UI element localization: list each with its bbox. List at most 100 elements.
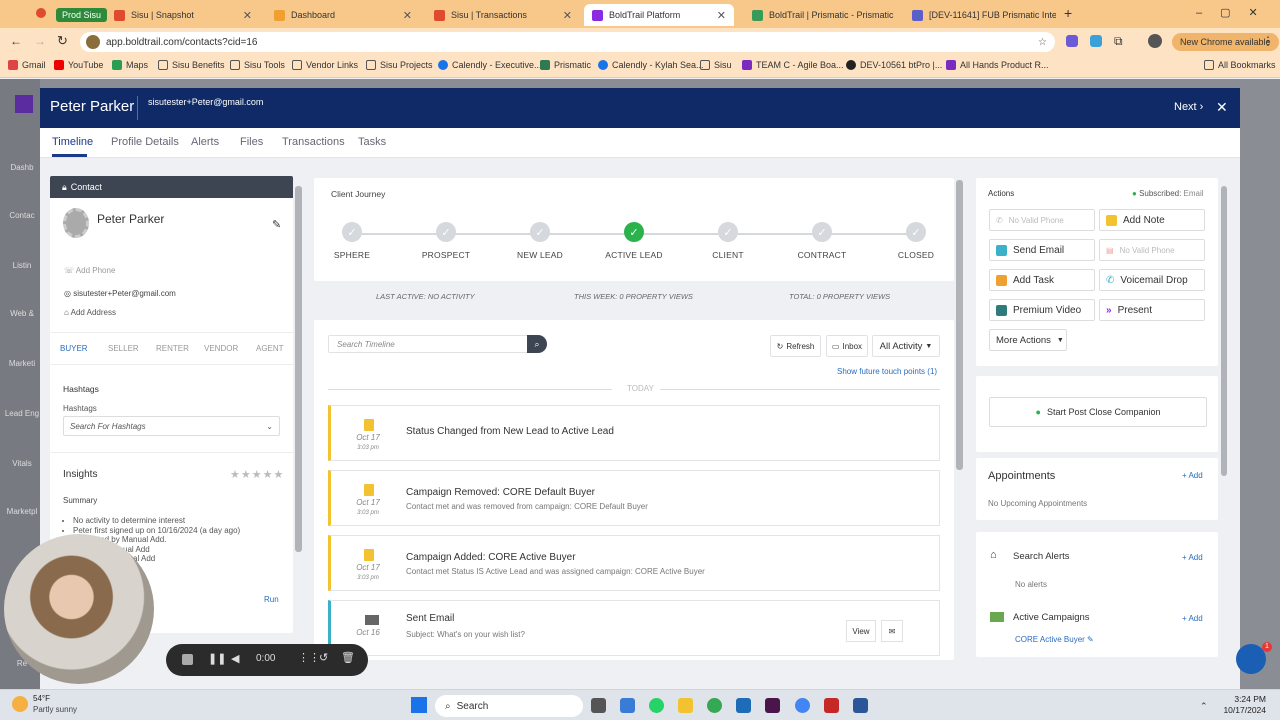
run-insights-link[interactable]: Run	[264, 595, 279, 604]
journey-step[interactable]: ✓ CLIENT	[693, 222, 763, 260]
rail-item-marketing[interactable]: Marketi	[2, 359, 42, 368]
send-email-button[interactable]: Send Email	[989, 239, 1095, 261]
bookmark-item[interactable]: Vendor Links	[292, 60, 358, 70]
rail-item-marketplace[interactable]: Marketpl	[2, 507, 42, 516]
add-phone-link[interactable]: ☏ Add Phone	[64, 266, 115, 275]
kebab-menu-icon[interactable]: ⋮	[1262, 34, 1274, 48]
hashtags-search-select[interactable]: Search For Hashtags ⌄	[63, 416, 280, 436]
bookmark-item[interactable]: Sisu Projects	[366, 60, 433, 70]
bookmark-item[interactable]: DEV-10561 btPro |...	[846, 60, 942, 70]
journey-step[interactable]: ✓ CLOSED	[881, 222, 951, 260]
tab-prod-sisu[interactable]: Prod Sisu	[56, 4, 108, 26]
premium-video-button[interactable]: Premium Video	[989, 299, 1095, 321]
tab-transactions[interactable]: Transactions	[282, 136, 345, 148]
edit-pencil-icon[interactable]: ✎	[272, 218, 281, 231]
url-field[interactable]: app.boldtrail.com/contacts?cid=16 ☆	[80, 32, 1055, 52]
extension-icon[interactable]	[1066, 35, 1078, 47]
add-note-button[interactable]: Add Note	[1099, 209, 1205, 231]
tab-dev-ticket[interactable]: [DEV-11641] FUB Prismatic Inte...✕	[904, 4, 1056, 26]
rail-item-listings[interactable]: Listin	[2, 261, 42, 270]
task-view-icon[interactable]	[591, 698, 606, 713]
trash-icon[interactable]: 🗑︎	[341, 651, 355, 664]
call-no-valid-phone-button[interactable]: ✆ No Valid Phone	[989, 209, 1095, 231]
clock-date[interactable]: 10/17/2024	[1216, 705, 1266, 715]
forward-icon[interactable]: →	[34, 34, 46, 48]
tab-boldtrail-prismatic[interactable]: BoldTrail | Prismatic - Prismatic✕	[744, 4, 894, 26]
tab-sisu-snapshot[interactable]: Sisu | Snapshot ✕	[106, 4, 260, 26]
taskbar-search-box[interactable]: ⌕ Search	[435, 695, 583, 717]
bookmark-item[interactable]: Prismatic	[540, 60, 591, 70]
mail-icon[interactable]: ✉	[881, 620, 903, 642]
system-tray-icon[interactable]: ⌃	[1200, 701, 1208, 712]
journey-step[interactable]: ✓ NEW LEAD	[505, 222, 575, 260]
role-buyer[interactable]: BUYER	[60, 344, 88, 353]
bookmark-item[interactable]: Gmail	[8, 60, 46, 70]
contact-email-row[interactable]: ◎ sisutester+Peter@gmail.com	[64, 289, 176, 298]
search-timeline-input[interactable]: Search Timeline	[328, 335, 528, 353]
role-vendor[interactable]: VENDOR	[204, 344, 238, 353]
bookmark-item[interactable]: All Hands Product R...	[946, 60, 1049, 70]
profile-avatar-icon[interactable]	[1148, 34, 1162, 48]
pdf-reader-icon[interactable]	[824, 698, 839, 713]
bookmark-item[interactable]: Sisu	[700, 60, 732, 70]
role-seller[interactable]: SELLER	[108, 344, 139, 353]
add-task-button[interactable]: Add Task	[989, 269, 1095, 291]
left-column-scrollbar[interactable]	[295, 186, 302, 552]
view-email-button[interactable]: View	[846, 620, 876, 642]
bookmark-star-icon[interactable]: ☆	[1038, 37, 1047, 48]
close-tab-icon[interactable]: ✕	[563, 9, 572, 22]
bookmark-item[interactable]: TEAM C - Agile Boa...	[742, 60, 844, 70]
refresh-button[interactable]: ↻ Refresh	[770, 335, 821, 357]
new-tab-icon[interactable]: +	[1064, 5, 1072, 21]
next-contact-button[interactable]: Next ›	[1174, 101, 1203, 113]
inbox-button[interactable]: ▭ Inbox	[826, 335, 868, 357]
present-button[interactable]: » Present	[1099, 299, 1205, 321]
extensions-puzzle-icon[interactable]: ⧉	[1114, 34, 1123, 49]
pause-icon[interactable]: ❚❚	[208, 652, 226, 665]
all-activity-dropdown[interactable]: All Activity ▼	[872, 335, 940, 357]
slack-icon[interactable]	[765, 698, 780, 713]
weather-desc[interactable]: Partly sunny	[33, 705, 77, 714]
rail-item-dashboard[interactable]: Dashb	[2, 163, 42, 172]
timeline-item[interactable]: Oct 17 3:03 pm Campaign Removed: CORE Def…	[328, 470, 940, 526]
bookmark-item[interactable]: Calendly - Executive...	[438, 60, 542, 70]
show-future-touch-points-link[interactable]: Show future touch points (1)	[837, 367, 937, 376]
add-search-alert-link[interactable]: + Add	[1182, 553, 1203, 562]
tab-tasks[interactable]: Tasks	[358, 136, 386, 148]
rewind-icon[interactable]: ◀	[231, 652, 239, 665]
add-appointment-link[interactable]: + Add	[1182, 471, 1203, 480]
weather-temp[interactable]: 54°F	[33, 694, 50, 703]
tab-profile-details[interactable]: Profile Details	[111, 136, 179, 148]
edit-pencil-icon[interactable]: ✎	[1087, 635, 1094, 644]
tab-boldtrail-platform[interactable]: BoldTrail Platform ✕	[584, 4, 734, 26]
rail-item-contacts[interactable]: Contac	[2, 211, 42, 220]
text-no-valid-phone-button[interactable]: ▤ No Valid Phone	[1099, 239, 1205, 261]
journey-step[interactable]: ✓ CONTRACT	[787, 222, 857, 260]
whatsapp-icon[interactable]	[649, 698, 664, 713]
journey-step[interactable]: ✓ PROSPECT	[411, 222, 481, 260]
voicemail-drop-button[interactable]: ✆ Voicemail Drop	[1099, 269, 1205, 291]
start-post-close-companion-button[interactable]: ● Start Post Close Companion	[989, 397, 1207, 427]
rating-stars-icon[interactable]: ★★★★★	[230, 468, 284, 481]
stop-icon[interactable]	[182, 654, 193, 665]
bookmark-item[interactable]: Sisu Tools	[230, 60, 285, 70]
tab-dashboard[interactable]: Dashboard ✕	[266, 4, 420, 26]
clock-time[interactable]: 3:24 PM	[1222, 694, 1266, 704]
right-scrollbar[interactable]	[1221, 186, 1227, 476]
reload-icon[interactable]: ↻	[57, 33, 68, 49]
site-info-icon[interactable]	[86, 35, 100, 49]
role-renter[interactable]: RENTER	[156, 344, 189, 353]
bookmark-item[interactable]: Calendly - Kylah Sea...	[598, 60, 704, 70]
close-tab-icon[interactable]: ✕	[717, 9, 726, 22]
role-agent[interactable]: AGENT	[256, 344, 284, 353]
restart-icon[interactable]: ↺	[319, 651, 328, 664]
bookmark-item[interactable]: YouTube	[54, 60, 103, 70]
journey-step[interactable]: ✓ SPHERE	[317, 222, 387, 260]
drag-handle-icon[interactable]: ⋮⋮	[298, 651, 320, 664]
bookmark-item[interactable]: Maps	[112, 60, 148, 70]
add-address-link[interactable]: ⌂ Add Address	[64, 308, 116, 317]
add-campaign-link[interactable]: + Add	[1182, 614, 1203, 623]
file-explorer-icon[interactable]	[678, 698, 693, 713]
timeline-item[interactable]: Oct 17 3:03 pm Status Changed from New Le…	[328, 405, 940, 461]
app-s-icon[interactable]	[736, 698, 751, 713]
